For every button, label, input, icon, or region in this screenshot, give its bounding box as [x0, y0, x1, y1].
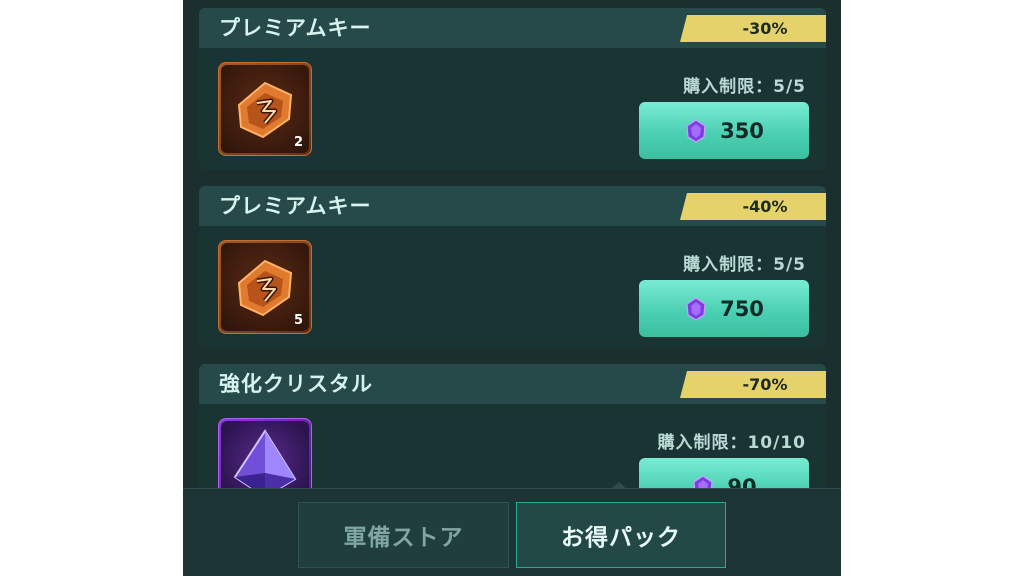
offer-card-header: 強化クリスタル -70%	[199, 364, 826, 404]
price-label: 750	[720, 296, 764, 321]
tab-value-packs[interactable]: お得パック	[516, 502, 726, 568]
bottom-tab-bar: 軍備ストア お得パック	[183, 488, 841, 576]
offer-title: 強化クリスタル	[219, 372, 373, 396]
shop-screen: プレミアムキー -30% 2 購入制限：5/5 350 プレミアムキー -40%…	[183, 0, 841, 576]
offer-card-header: プレミアムキー -30%	[199, 8, 826, 48]
offer-card: プレミアムキー -40% 5 購入制限：5/5 750	[199, 186, 826, 348]
offer-card-body: 5 購入制限：5/5 750	[199, 226, 826, 348]
offer-card-header: プレミアムキー -40%	[199, 186, 826, 226]
purple-gem-icon	[686, 118, 706, 143]
purchase-limit: 購入制限：10/10	[657, 433, 806, 453]
offer-title: プレミアムキー	[219, 194, 372, 218]
discount-badge: -40%	[680, 193, 826, 220]
buy-button[interactable]: 750	[639, 280, 809, 337]
discount-badge: -70%	[680, 371, 826, 398]
item-quantity: 5	[293, 313, 303, 328]
offer-card: プレミアムキー -30% 2 購入制限：5/5 350	[199, 8, 826, 170]
item-slot[interactable]: 2	[218, 62, 312, 156]
buy-button[interactable]: 350	[639, 102, 809, 159]
item-slot[interactable]: 5	[218, 240, 312, 334]
purchase-limit: 購入制限：5/5	[683, 255, 806, 275]
price-label: 350	[720, 118, 764, 143]
item-quantity: 2	[293, 135, 303, 150]
offer-title: プレミアムキー	[219, 16, 372, 40]
purple-gem-icon	[686, 296, 706, 321]
discount-badge: -30%	[680, 15, 826, 42]
tab-armory-store[interactable]: 軍備ストア	[298, 502, 509, 568]
purchase-limit: 購入制限：5/5	[683, 77, 806, 97]
offer-card-body: 2 購入制限：5/5 350	[199, 48, 826, 170]
